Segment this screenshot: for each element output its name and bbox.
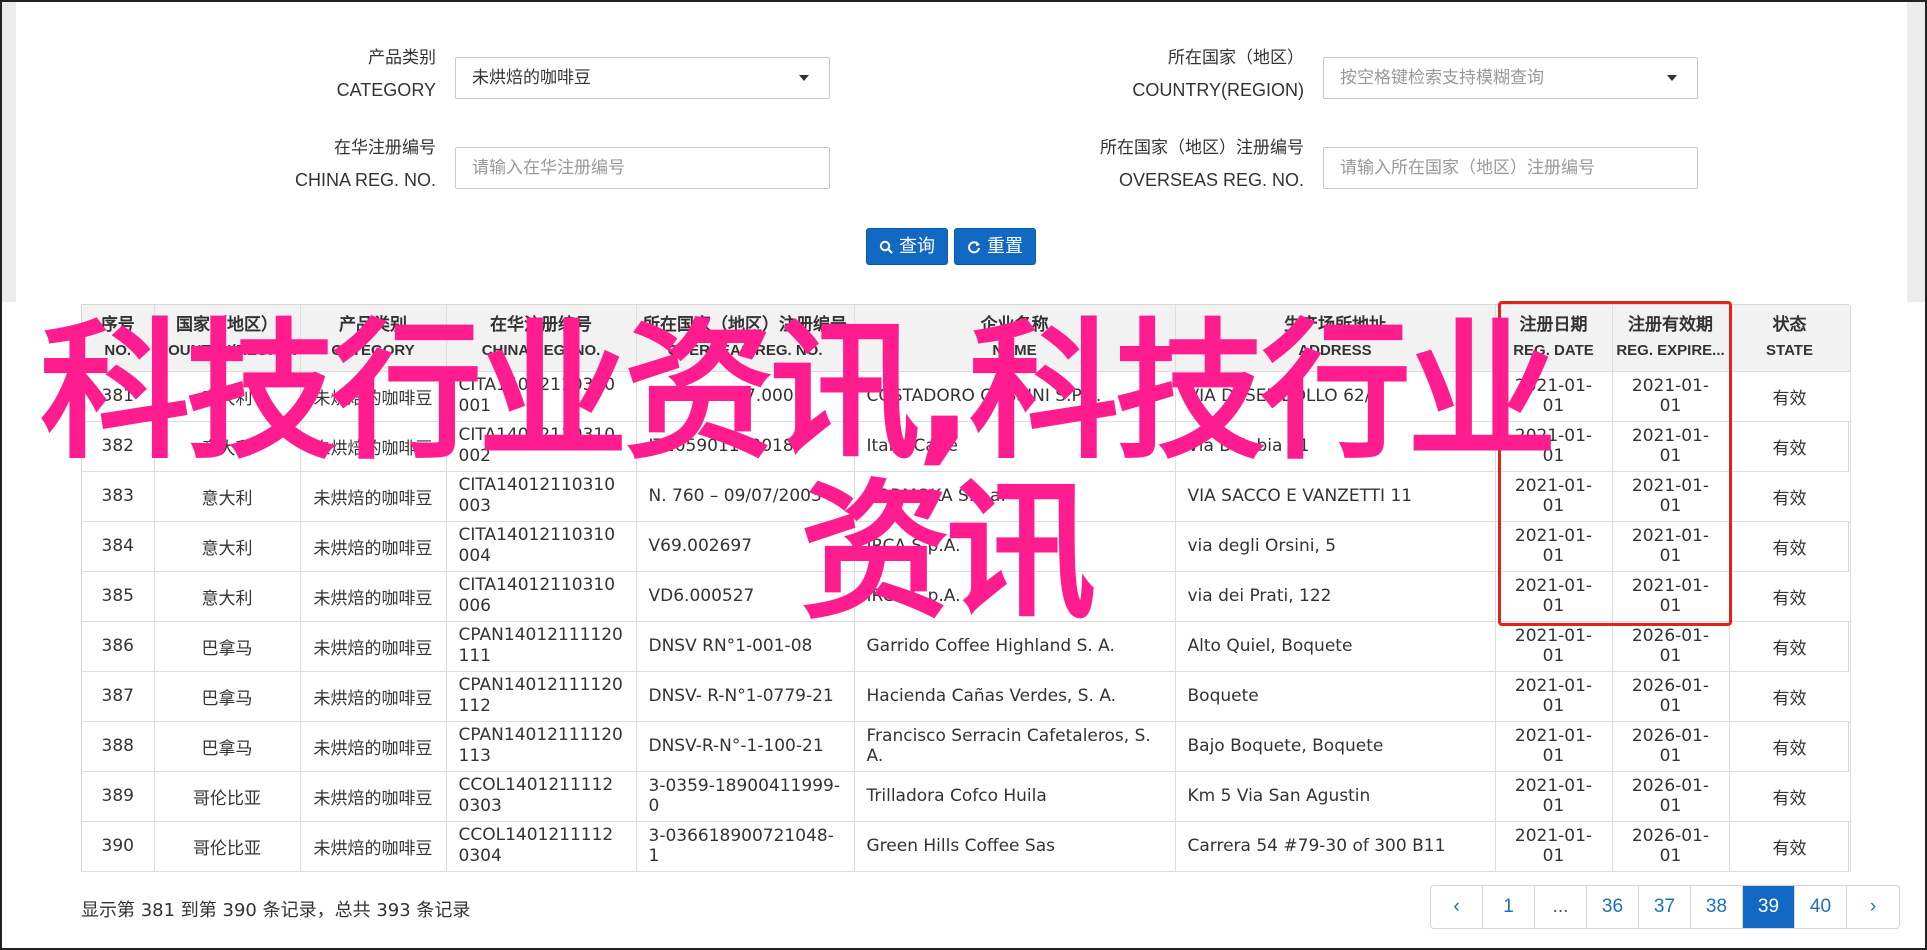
- pagination: ‹ 1... 36 37 38 39 40 ›: [1430, 885, 1900, 929]
- chevron-down-icon: [799, 75, 809, 81]
- table-cell: 2026-01-01: [1612, 671, 1730, 722]
- table-cell: Francisco Serracin Cafetaleros, S. A.: [854, 721, 1176, 772]
- table-cell: 3-0359-18900411999-0: [636, 771, 855, 822]
- table-cell: Green Hills Coffee Sas: [854, 821, 1176, 872]
- table-cell: DNSV- R-N°1-0779-21: [636, 671, 855, 722]
- table-cell: Km 5 Via San Agustin: [1175, 771, 1496, 822]
- overseas-reg-label-en: OVERSEAS REG. NO.: [1118, 170, 1304, 190]
- overseas-reg-label: 所在国家（地区）注册编号 OVERSEAS REG. NO.: [1070, 132, 1304, 196]
- table-cell: 未烘焙的咖啡豆: [300, 771, 447, 822]
- watermark-line-2: 资讯: [800, 466, 1096, 640]
- page-37[interactable]: 37: [1639, 886, 1691, 928]
- table-cell: 有效: [1729, 771, 1851, 822]
- table-cell: CPAN14012111120113: [446, 721, 637, 772]
- table-cell: 3-036618900721048-1: [636, 821, 855, 872]
- prev-page-button[interactable]: ‹: [1431, 886, 1483, 928]
- next-page-button[interactable]: ›: [1847, 886, 1899, 928]
- query-button[interactable]: 查询: [866, 228, 948, 265]
- page-1[interactable]: 1: [1483, 886, 1535, 928]
- reset-button[interactable]: 重置: [954, 228, 1036, 265]
- table-cell: 2021-01-01: [1495, 821, 1613, 872]
- table-cell: 390: [82, 821, 155, 872]
- table-cell: 2026-01-01: [1612, 821, 1730, 872]
- record-summary: 显示第 381 到第 390 条记录，总共 393 条记录: [81, 900, 471, 921]
- table-cell: 有效: [1729, 671, 1851, 722]
- china-reg-label-en: CHINA REG. NO.: [294, 170, 436, 190]
- country-field: 所在国家（地区） COUNTRY(REGION): [1100, 42, 1304, 106]
- table-cell: 未烘焙的咖啡豆: [300, 671, 447, 722]
- page-ellipsis: ...: [1535, 886, 1587, 928]
- table-cell: Carrera 54 #79-30 of 300 B11: [1175, 821, 1496, 872]
- china-reg-label: 在华注册编号 CHINA REG. NO.: [260, 132, 436, 196]
- table-cell: 388: [82, 721, 155, 772]
- table-cell: 有效: [1729, 721, 1851, 772]
- category-select-value: 未烘焙的咖啡豆: [472, 68, 591, 88]
- country-label-cn: 所在国家（地区）: [1168, 48, 1304, 68]
- table-cell: 2026-01-01: [1612, 721, 1730, 772]
- table-cell: 哥伦比亚: [154, 771, 301, 822]
- category-label-cn: 产品类别: [368, 48, 436, 68]
- table-cell: 有效: [1729, 821, 1851, 872]
- table-cell: Bajo Boquete, Boquete: [1175, 721, 1496, 772]
- overseas-reg-field: 所在国家（地区）注册编号 OVERSEAS REG. NO.: [1070, 132, 1304, 196]
- table-cell: Boquete: [1175, 671, 1496, 722]
- table-cell: 哥伦比亚: [154, 821, 301, 872]
- overseas-reg-label-cn: 所在国家（地区）注册编号: [1100, 138, 1304, 158]
- country-label-en: COUNTRY(REGION): [1132, 80, 1304, 100]
- country-label: 所在国家（地区） COUNTRY(REGION): [1100, 42, 1304, 106]
- page-38[interactable]: 38: [1691, 886, 1743, 928]
- table-cell: 2021-01-01: [1495, 721, 1613, 772]
- overseas-reg-input[interactable]: 请输入所在国家（地区）注册编号: [1323, 147, 1698, 189]
- table-cell: 巴拿马: [154, 721, 301, 772]
- table-row[interactable]: 389 哥伦比亚 未烘焙的咖啡豆 CCOL14012111120303 3-0359-1…: [82, 771, 1851, 822]
- table-cell: 巴拿马: [154, 671, 301, 722]
- table-cell: 2021-01-01: [1495, 671, 1613, 722]
- watermark-line-1: 科技行业资讯,科技行业: [40, 306, 1557, 480]
- china-reg-field: 在华注册编号 CHINA REG. NO.: [260, 132, 436, 196]
- table-cell: 未烘焙的咖啡豆: [300, 721, 447, 772]
- category-select[interactable]: 未烘焙的咖啡豆: [455, 57, 830, 99]
- table-cell: 未烘焙的咖啡豆: [300, 821, 447, 872]
- china-reg-label-cn: 在华注册编号: [334, 138, 436, 158]
- page-40[interactable]: 40: [1795, 886, 1847, 928]
- refresh-icon: [968, 240, 980, 253]
- table-row[interactable]: 388 巴拿马 未烘焙的咖啡豆 CPAN14012111120113 DNSV-R-N°…: [82, 721, 1851, 772]
- category-label: 产品类别 CATEGORY: [330, 42, 436, 106]
- table-row[interactable]: 387 巴拿马 未烘焙的咖啡豆 CPAN14012111120112 DNSV- R-N…: [82, 671, 1851, 722]
- page-36[interactable]: 36: [1587, 886, 1639, 928]
- table-cell: CPAN14012111120112: [446, 671, 637, 722]
- search-form: 产品类别 CATEGORY 未烘焙的咖啡豆 所在国家（地区） COUNTRY(R…: [0, 0, 1927, 290]
- country-select-placeholder: 按空格键检索支持模糊查询: [1340, 68, 1544, 88]
- category-label-en: CATEGORY: [336, 80, 436, 100]
- query-button-label: 查询: [899, 236, 935, 257]
- table-cell: 2021-01-01: [1495, 771, 1613, 822]
- table-cell: CCOL14012111120304: [446, 821, 637, 872]
- table-cell: Trilladora Cofco Huila: [854, 771, 1176, 822]
- chevron-down-icon: [1667, 75, 1677, 81]
- reset-button-label: 重置: [987, 236, 1023, 257]
- page-39[interactable]: 39: [1743, 886, 1795, 928]
- table-cell: CCOL14012111120303: [446, 771, 637, 822]
- table-cell: DNSV-R-N°-1-100-21: [636, 721, 855, 772]
- table-cell: 2026-01-01: [1612, 771, 1730, 822]
- china-reg-input[interactable]: 请输入在华注册编号: [455, 147, 830, 189]
- search-icon: [879, 240, 893, 254]
- country-select[interactable]: 按空格键检索支持模糊查询: [1323, 57, 1698, 99]
- category-field: 产品类别 CATEGORY: [330, 42, 436, 106]
- table-cell: 387: [82, 671, 155, 722]
- table-cell: 389: [82, 771, 155, 822]
- table-cell: Hacienda Cañas Verdes, S. A.: [854, 671, 1176, 722]
- china-reg-placeholder: 请输入在华注册编号: [472, 158, 625, 178]
- overseas-reg-placeholder: 请输入所在国家（地区）注册编号: [1340, 158, 1595, 178]
- table-row[interactable]: 390 哥伦比亚 未烘焙的咖啡豆 CCOL14012111120304 3-036618…: [82, 821, 1851, 872]
- watermark-text: 科技行业资讯,科技行业 资讯: [40, 308, 1900, 638]
